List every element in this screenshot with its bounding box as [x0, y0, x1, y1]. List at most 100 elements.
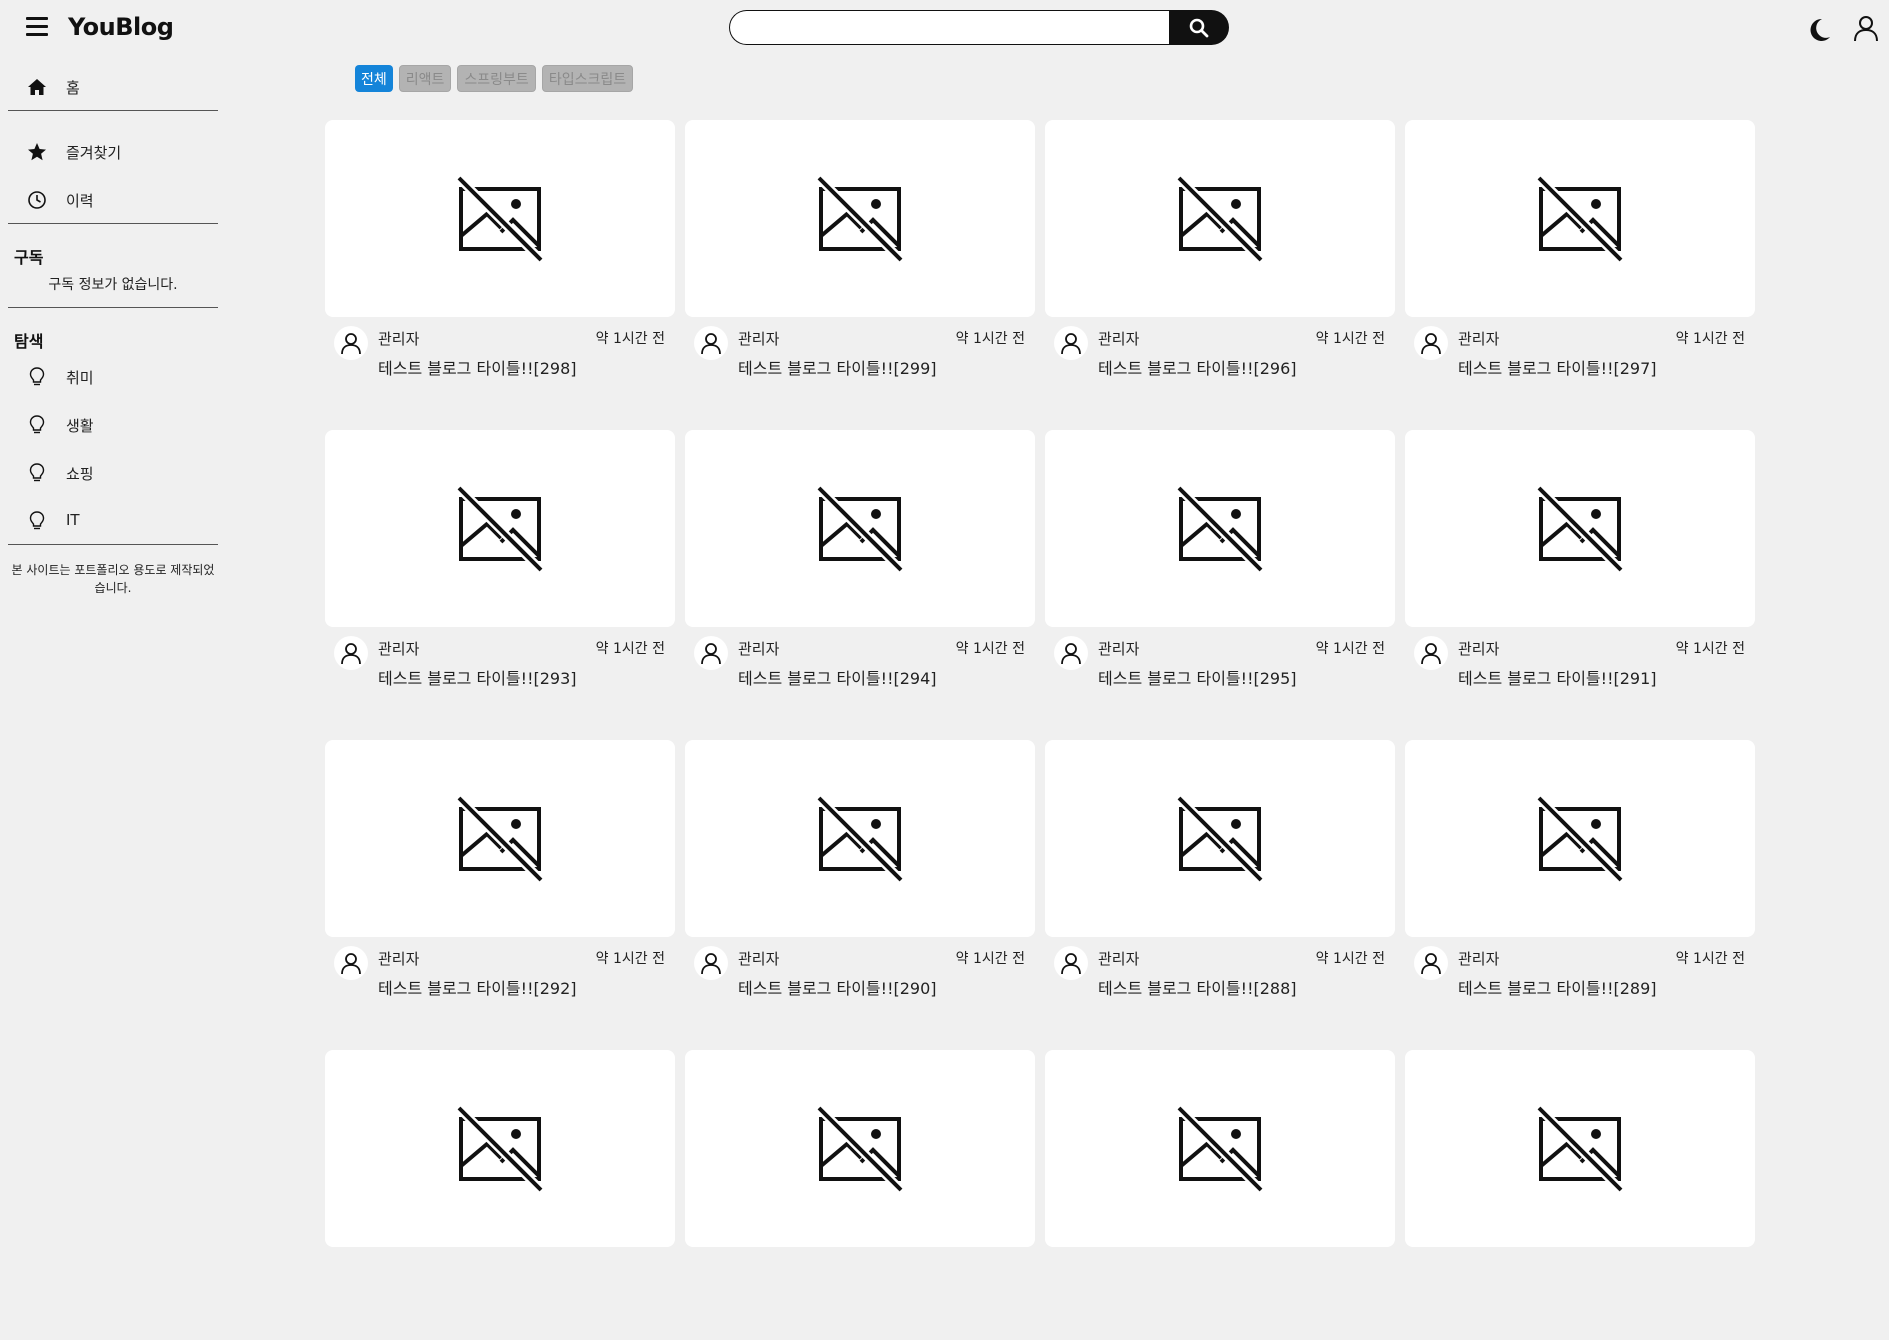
- post-thumbnail[interactable]: [685, 1050, 1035, 1247]
- post-author: 관리자: [1098, 950, 1140, 968]
- post-title[interactable]: 테스트 블로그 타이틀!![295]: [1098, 665, 1297, 689]
- post-card[interactable]: 관리자 약 1시간 전 테스트 블로그 타이틀!![292]: [325, 740, 675, 1030]
- avatar[interactable]: [694, 946, 728, 980]
- post-card[interactable]: 관리자 약 1시간 전 테스트 블로그 타이틀!![295]: [1045, 430, 1395, 720]
- image-placeholder-icon: [457, 795, 543, 882]
- post-author: 관리자: [1098, 330, 1140, 348]
- sidebar-item-life[interactable]: 생활: [0, 400, 226, 448]
- post-title[interactable]: 테스트 블로그 타이틀!![292]: [378, 975, 577, 999]
- post-thumbnail[interactable]: [1405, 740, 1755, 937]
- user-icon[interactable]: [1852, 14, 1880, 42]
- post-title[interactable]: 테스트 블로그 타이틀!![296]: [1098, 355, 1297, 379]
- post-card[interactable]: [1405, 1050, 1755, 1340]
- explore-title: 탐색: [14, 332, 44, 351]
- post-card[interactable]: [325, 1050, 675, 1340]
- post-author: 관리자: [738, 640, 780, 658]
- avatar[interactable]: [1414, 326, 1448, 360]
- post-thumbnail[interactable]: [325, 430, 675, 627]
- chip-typescript[interactable]: 타입스크립트: [541, 65, 634, 92]
- post-author: 관리자: [1458, 640, 1500, 658]
- moon-icon[interactable]: [1806, 16, 1832, 44]
- post-thumbnail[interactable]: [1045, 120, 1395, 317]
- user-icon: [1421, 333, 1441, 355]
- sidebar: 홈 즐겨찾기 이력 구독 구독 정보가 없습니다. 탐색 취미 생활 쇼핑 IT…: [0, 62, 226, 597]
- sidebar-item-label: 홈: [66, 79, 80, 97]
- post-title[interactable]: 테스트 블로그 타이틀!![291]: [1458, 665, 1657, 689]
- subscription-empty-text: 구독 정보가 없습니다.: [48, 277, 178, 293]
- post-title[interactable]: 테스트 블로그 타이틀!![294]: [738, 665, 937, 689]
- post-card[interactable]: 관리자 약 1시간 전 테스트 블로그 타이틀!![288]: [1045, 740, 1395, 1030]
- avatar[interactable]: [334, 946, 368, 980]
- sidebar-item-label: 쇼핑: [66, 465, 94, 483]
- avatar[interactable]: [334, 636, 368, 670]
- post-title[interactable]: 테스트 블로그 타이틀!![298]: [378, 355, 577, 379]
- post-thumbnail[interactable]: [325, 1050, 675, 1247]
- chip-springboot[interactable]: 스프링부트: [457, 65, 536, 92]
- post-thumbnail[interactable]: [325, 120, 675, 317]
- post-card[interactable]: 관리자 약 1시간 전 테스트 블로그 타이틀!![296]: [1045, 120, 1395, 410]
- post-title[interactable]: 테스트 블로그 타이틀!![297]: [1458, 355, 1657, 379]
- post-card[interactable]: 관리자 약 1시간 전 테스트 블로그 타이틀!![291]: [1405, 430, 1755, 720]
- sidebar-item-shopping[interactable]: 쇼핑: [0, 448, 226, 496]
- chip-react[interactable]: 리액트: [398, 65, 452, 92]
- sidebar-item-home[interactable]: 홈: [0, 62, 226, 110]
- user-icon: [341, 953, 361, 975]
- user-icon: [341, 643, 361, 665]
- post-thumbnail[interactable]: [1045, 740, 1395, 937]
- search-button[interactable]: [1169, 10, 1229, 45]
- sidebar-item-history[interactable]: 이력: [0, 175, 226, 223]
- sidebar-item-it[interactable]: IT: [0, 496, 226, 544]
- avatar[interactable]: [1054, 326, 1088, 360]
- post-card[interactable]: 관리자 약 1시간 전 테스트 블로그 타이틀!![299]: [685, 120, 1035, 410]
- sidebar-item-favorites[interactable]: 즐겨찾기: [0, 127, 226, 175]
- avatar[interactable]: [694, 326, 728, 360]
- chip-all[interactable]: 전체: [355, 65, 393, 92]
- post-thumbnail[interactable]: [325, 740, 675, 937]
- post-card[interactable]: 관리자 약 1시간 전 테스트 블로그 타이틀!![289]: [1405, 740, 1755, 1030]
- post-thumbnail[interactable]: [685, 430, 1035, 627]
- post-thumbnail[interactable]: [1405, 1050, 1755, 1247]
- image-placeholder-icon: [1177, 175, 1263, 262]
- post-time: 약 1시간 전: [955, 951, 1025, 967]
- search-input[interactable]: [729, 10, 1169, 45]
- post-card[interactable]: 관리자 약 1시간 전 테스트 블로그 타이틀!![297]: [1405, 120, 1755, 410]
- user-icon: [701, 953, 721, 975]
- star-icon: [28, 143, 46, 161]
- image-placeholder-icon: [1177, 485, 1263, 572]
- avatar[interactable]: [694, 636, 728, 670]
- post-title[interactable]: 테스트 블로그 타이틀!![289]: [1458, 975, 1657, 999]
- post-thumbnail[interactable]: [1045, 1050, 1395, 1247]
- post-card[interactable]: 관리자 약 1시간 전 테스트 블로그 타이틀!![290]: [685, 740, 1035, 1030]
- post-title[interactable]: 테스트 블로그 타이틀!![293]: [378, 665, 577, 689]
- post-title[interactable]: 테스트 블로그 타이틀!![290]: [738, 975, 937, 999]
- sidebar-item-hobby[interactable]: 취미: [0, 352, 226, 400]
- post-thumbnail[interactable]: [1405, 430, 1755, 627]
- top-header: YouBlog: [0, 0, 1889, 58]
- user-icon: [701, 643, 721, 665]
- post-card[interactable]: [685, 1050, 1035, 1340]
- avatar[interactable]: [1054, 636, 1088, 670]
- post-time: 약 1시간 전: [1315, 951, 1385, 967]
- post-thumbnail[interactable]: [1045, 430, 1395, 627]
- post-title[interactable]: 테스트 블로그 타이틀!![288]: [1098, 975, 1297, 999]
- avatar[interactable]: [1054, 946, 1088, 980]
- avatar[interactable]: [1414, 636, 1448, 670]
- post-time: 약 1시간 전: [1675, 951, 1745, 967]
- avatar[interactable]: [1414, 946, 1448, 980]
- post-author: 관리자: [378, 640, 420, 658]
- post-card[interactable]: [1045, 1050, 1395, 1340]
- image-placeholder-icon: [817, 795, 903, 882]
- sidebar-item-label: 이력: [66, 192, 94, 210]
- post-card[interactable]: 관리자 약 1시간 전 테스트 블로그 타이틀!![293]: [325, 430, 675, 720]
- hamburger-icon[interactable]: [26, 17, 48, 37]
- home-icon: [28, 79, 46, 95]
- post-thumbnail[interactable]: [1405, 120, 1755, 317]
- site-logo[interactable]: YouBlog: [68, 13, 174, 41]
- post-card[interactable]: 관리자 약 1시간 전 테스트 블로그 타이틀!![298]: [325, 120, 675, 410]
- post-title[interactable]: 테스트 블로그 타이틀!![299]: [738, 355, 937, 379]
- post-thumbnail[interactable]: [685, 740, 1035, 937]
- post-time: 약 1시간 전: [955, 641, 1025, 657]
- post-thumbnail[interactable]: [685, 120, 1035, 317]
- post-card[interactable]: 관리자 약 1시간 전 테스트 블로그 타이틀!![294]: [685, 430, 1035, 720]
- avatar[interactable]: [334, 326, 368, 360]
